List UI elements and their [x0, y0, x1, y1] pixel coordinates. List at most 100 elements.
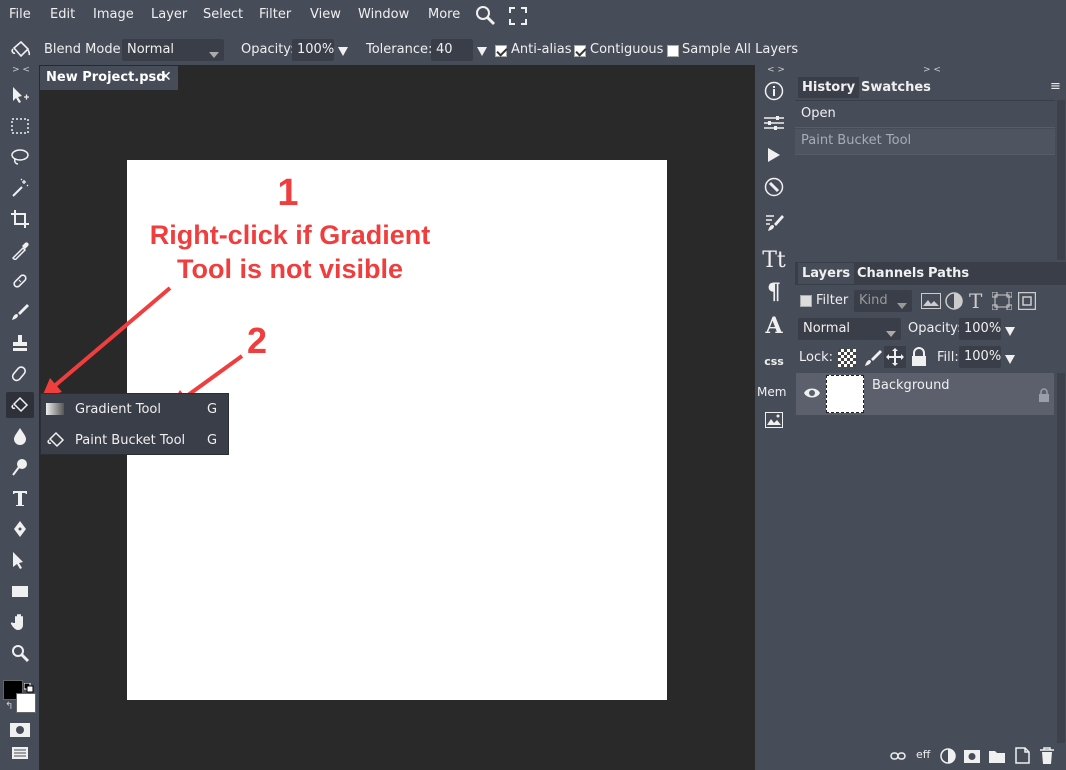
blur-tool-icon[interactable]	[6, 423, 34, 449]
history-item[interactable]: Paint Bucket Tool	[795, 129, 1055, 155]
lock-transparent-icon[interactable]	[838, 349, 856, 367]
paint-bucket-icon	[10, 39, 32, 63]
tab-history[interactable]: History	[798, 77, 860, 98]
eyedropper-icon[interactable]	[6, 237, 34, 263]
opacity-input[interactable]: 100%	[292, 39, 334, 61]
pixel-filter-icon[interactable]	[921, 293, 941, 313]
layer-opacity-input[interactable]: 100%	[959, 318, 1001, 340]
options-bar: Blend Mode: Normal Opacity: 100% Toleran…	[0, 33, 1066, 65]
brush-tool-icon[interactable]	[6, 299, 34, 325]
image-panel-icon[interactable]	[763, 409, 785, 431]
panel-menu-icon[interactable]: ≡	[1050, 79, 1061, 94]
swap-colors-icon[interactable]	[23, 682, 34, 693]
new-group-icon[interactable]	[989, 749, 1005, 767]
smart-object-filter-icon[interactable]	[1017, 291, 1037, 314]
menu-image[interactable]: Image	[93, 7, 134, 22]
layer-opacity-dropdown-icon[interactable]	[1005, 325, 1015, 340]
hand-tool-icon[interactable]	[6, 609, 34, 635]
filter-checkbox[interactable]	[800, 295, 812, 307]
menu-select[interactable]: Select	[203, 7, 243, 22]
glyphs-icon[interactable]: A	[763, 313, 785, 339]
kind-select[interactable]: Kind	[854, 290, 912, 312]
collapse-right-toggle[interactable]: > <	[923, 65, 941, 75]
search-icon[interactable]	[475, 5, 497, 31]
shape-filter-icon[interactable]	[991, 291, 1013, 314]
lock-pixels-icon[interactable]	[862, 348, 882, 372]
filter-label: Filter	[816, 293, 849, 308]
history-item[interactable]: Open	[795, 101, 1055, 128]
sample-all-layers-checkbox[interactable]	[667, 45, 679, 57]
menu-view[interactable]: View	[310, 7, 341, 22]
type-filter-icon[interactable]: T	[969, 289, 982, 313]
zoom-tool-icon[interactable]	[6, 640, 34, 666]
document-tab[interactable]: New Project.psd ✕	[40, 66, 178, 90]
delete-layer-icon[interactable]	[1039, 747, 1055, 768]
adjustment-filter-icon[interactable]	[945, 292, 963, 314]
navigator-icon[interactable]	[763, 176, 785, 198]
quick-mask-icon[interactable]	[10, 722, 30, 742]
adjustments-icon[interactable]	[763, 112, 785, 134]
menu-edit[interactable]: Edit	[50, 7, 75, 22]
lock-position-icon[interactable]	[884, 346, 906, 368]
visibility-eye-icon[interactable]	[803, 386, 821, 404]
history-scrollbar[interactable]	[1057, 100, 1065, 260]
menu-window[interactable]: Window	[358, 7, 409, 22]
layer-effects-icon[interactable]: eff	[916, 748, 930, 761]
contiguous-checkbox[interactable]	[574, 45, 586, 57]
collapse-mid-toggle[interactable]: < >	[767, 65, 785, 75]
tab-layers[interactable]: Layers	[798, 263, 855, 284]
play-icon[interactable]	[763, 144, 785, 166]
healing-brush-icon[interactable]	[6, 268, 34, 294]
tolerance-input[interactable]: 40	[431, 39, 473, 61]
css-panel-icon[interactable]: css	[760, 350, 788, 372]
move-tool-icon[interactable]	[6, 82, 34, 108]
link-layers-icon[interactable]	[890, 750, 906, 765]
menu-file[interactable]: File	[9, 7, 31, 22]
layer-blend-mode-select[interactable]: Normal	[798, 318, 901, 340]
dodge-tool-icon[interactable]	[6, 454, 34, 480]
new-layer-icon[interactable]	[1014, 747, 1030, 768]
adjustment-layer-icon[interactable]	[940, 748, 956, 768]
path-select-icon[interactable]	[6, 547, 34, 573]
tolerance-dropdown-icon[interactable]	[477, 45, 487, 60]
collapse-left-toggle[interactable]: > <	[12, 65, 30, 75]
menu-layer[interactable]: Layer	[151, 7, 187, 22]
layer-row-background[interactable]: Background	[796, 373, 1054, 415]
tab-paths[interactable]: Paths	[924, 263, 973, 284]
paragraph-icon[interactable]: ¶	[763, 279, 785, 305]
fullscreen-icon[interactable]	[509, 7, 527, 29]
eraser-tool-icon[interactable]	[6, 361, 34, 387]
blend-mode-select[interactable]: Normal	[122, 39, 224, 61]
antialias-checkbox[interactable]	[495, 45, 507, 57]
menu-filter[interactable]: Filter	[259, 7, 291, 22]
screen-mode-icon[interactable]	[12, 747, 28, 763]
layer-mask-icon[interactable]	[964, 750, 980, 767]
opacity-dropdown-icon[interactable]	[338, 45, 348, 60]
background-color-swatch[interactable]	[16, 693, 36, 713]
lasso-tool-icon[interactable]	[6, 144, 34, 170]
character-icon[interactable]: Tt	[762, 248, 786, 273]
tab-channels[interactable]: Channels	[853, 263, 928, 284]
lock-all-icon[interactable]	[911, 347, 927, 371]
default-colors-icon[interactable]: ↰	[5, 701, 13, 712]
magic-wand-icon[interactable]	[6, 175, 34, 201]
close-icon[interactable]: ✕	[160, 69, 172, 85]
right-panel: > < History Swatches ≡ Open Paint Bucket…	[795, 65, 1066, 770]
memory-panel-icon[interactable]: Mem	[757, 381, 793, 403]
paint-bucket-tool-icon[interactable]	[6, 392, 34, 418]
tab-swatches[interactable]: Swatches	[857, 77, 935, 98]
info-icon[interactable]	[763, 80, 785, 102]
layers-scrollbar[interactable]	[1057, 373, 1065, 743]
stamp-tool-icon[interactable]	[6, 330, 34, 356]
crop-tool-icon[interactable]	[6, 206, 34, 232]
type-tool-icon[interactable]	[6, 485, 34, 511]
marquee-tool-icon[interactable]	[6, 113, 34, 139]
pen-tool-icon[interactable]	[6, 516, 34, 542]
flyout-item-paint-bucket[interactable]: Paint Bucket Tool G	[41, 425, 230, 455]
flyout-item-gradient[interactable]: Gradient Tool G	[41, 394, 230, 424]
brush-presets-icon[interactable]	[763, 212, 785, 234]
menu-more[interactable]: More	[428, 7, 460, 22]
fill-dropdown-icon[interactable]	[1005, 353, 1015, 368]
fill-input[interactable]: 100%	[959, 346, 1001, 368]
rectangle-tool-icon[interactable]	[6, 578, 34, 604]
